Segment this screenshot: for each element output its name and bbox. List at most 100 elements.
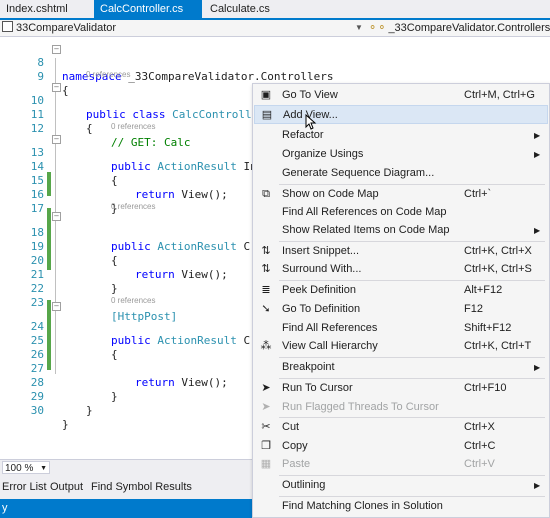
tab-error-list[interactable]: Error List [2,481,47,493]
insert-snippet-icon: ⇅ [261,245,271,257]
tab-output[interactable]: Output [50,481,83,493]
menu-item-label: Show on Code Map [282,188,379,200]
menu-item-run-flagged-threads-to-cursor: ➤ Run Flagged Threads To Cursor [254,398,548,417]
menu-item-cut[interactable]: ✂ Cut Ctrl+X [254,418,548,437]
code-map-icon: ⧉ [262,188,270,200]
tab-find-symbol-results[interactable]: Find Symbol Results [91,481,192,493]
keyword: return [135,188,175,201]
menu-item-shortcut: Shift+F12 [464,322,512,334]
menu-item-label: Breakpoint [282,361,335,373]
member-dropdown-label: _33CompareValidator.Controllers.Calc [388,22,550,34]
menu-item-peek-definition[interactable]: ≣ Peek Definition Alt+F12 [254,281,548,300]
tab-calccontroller-cs[interactable]: CalcController.cs ⊅ ✕ [94,0,202,33]
code-text: View(); [174,376,228,389]
paste-icon: ▦ [260,458,272,470]
keyword: public [111,240,151,253]
code-line: 10 public class CalcController [0,80,265,121]
run-flagged-threads-icon: ➤ [261,401,271,413]
menu-item-organize-usings[interactable]: Organize Usings ▶ [254,145,548,164]
menu-item-label: Go To View [282,89,338,101]
zoom-dropdown[interactable]: 100 % ▼ [2,461,50,474]
project-dropdown[interactable]: 33CompareValidator [2,21,116,35]
chevron-down-icon[interactable]: ▼ [355,23,363,32]
tab-label: CalcController.cs [100,3,184,15]
code-line: 16 } [0,174,118,215]
menu-item-run-to-cursor[interactable]: ➤ Run To Cursor Ctrl+F10 [254,379,548,398]
code-line: 14 { [0,146,118,187]
submenu-arrow-icon: ▶ [534,481,541,490]
menu-item-insert-snippet[interactable]: ⇅ Insert Snippet... Ctrl+K, Ctrl+X [254,242,548,261]
menu-item-find-all-references[interactable]: Find All References Shift+F12 [254,319,548,338]
line-number: 30 [30,404,44,417]
menu-item-shortcut: Ctrl+K, Ctrl+X [464,245,532,257]
codelens-references[interactable]: 0 references [111,202,155,212]
code-text: { [86,122,93,135]
menu-item-shortcut: Ctrl+C [464,440,496,452]
menu-item-surround-with[interactable]: ⇅ Surround With... Ctrl+K, Ctrl+S [254,260,548,279]
go-to-definition-icon: ➘ [261,303,271,315]
menu-item-find-all-references-on-code-map[interactable]: Find All References on Code Map [254,203,548,222]
menu-item-go-to-view[interactable]: ▣ Go To View Ctrl+M, Ctrl+G [254,86,548,105]
menu-item-label: Find Matching Clones in Solution [282,500,443,512]
member-dropdown[interactable]: ⚬⚬_33CompareValidator.Controllers.Calc [368,21,550,35]
code-line: 24 public ActionResult Crea [0,306,270,347]
keyword: return [135,268,175,281]
menu-item-label: Copy [282,440,308,452]
codelens-references[interactable]: 0 references [111,296,155,306]
menu-item-label: Go To Definition [282,303,361,315]
code-text: } [111,282,118,295]
code-text: View(); [174,188,228,201]
menu-item-paste: ▦ Paste Ctrl+V [254,455,548,474]
menu-item-copy[interactable]: ❐ Copy Ctrl+C [254,437,548,456]
code-line: 21 } [0,254,118,295]
menu-item-shortcut: Alt+F12 [464,284,503,296]
code-text: { [111,174,118,187]
code-line: 11 { [0,94,93,135]
menu-item-label: Run Flagged Threads To Cursor [282,401,439,413]
menu-item-label: Organize Usings [282,148,364,160]
navigation-bar: 33CompareValidator ▼ ⚬⚬ _33CompareValidat… [0,20,550,37]
menu-item-label: Paste [282,458,311,470]
code-text: { [62,84,69,97]
menu-item-go-to-definition[interactable]: ➘ Go To Definition F12 [254,300,548,319]
menu-item-breakpoint[interactable]: Breakpoint ▶ [254,358,548,377]
collapse-toggle[interactable]: − [52,212,61,221]
zoom-value: 100 % [5,463,34,474]
menu-item-shortcut: Ctrl+V [464,458,495,470]
code-text: View(); [174,268,228,281]
tab-label: Calculate.cs [210,3,270,15]
submenu-arrow-icon: ▶ [534,150,541,159]
codelens-references[interactable]: 0 references [86,70,130,80]
type-name: CalcController [172,108,265,121]
codelens-references[interactable]: 0 references [111,122,155,132]
menu-item-add-view[interactable]: ▤ Add View... [254,105,548,124]
status-text: y [2,502,8,514]
type-name: ActionResult [157,240,237,253]
code-text: } [86,404,93,417]
menu-item-find-matching-clones[interactable]: Find Matching Clones in Solution [254,497,548,516]
menu-item-view-call-hierarchy[interactable]: ⁂ View Call Hierarchy Ctrl+K, Ctrl+T [254,337,548,356]
code-line: 13 public ActionResult Inde [0,132,270,173]
copy-icon: ❐ [261,440,271,452]
menu-item-label: Insert Snippet... [282,245,360,257]
menu-item-label: Generate Sequence Diagram... [282,167,435,179]
collapse-toggle[interactable]: − [52,302,61,311]
menu-item-generate-sequence-diagram[interactable]: Generate Sequence Diagram... [254,164,548,183]
code-line: 27 return View(); [0,348,228,389]
class-icon: ⚬⚬ [368,22,387,34]
menu-item-shortcut: Ctrl+X [464,421,495,433]
code-text: { [111,348,118,361]
tab-calculate-cs[interactable]: Calculate.cs [204,0,276,18]
menu-item-outlining[interactable]: Outlining ▶ [254,476,548,495]
menu-item-label: Peek Definition [282,284,356,296]
add-view-icon: ▤ [261,109,273,121]
tab-index-cshtml[interactable]: Index.cshtml [0,0,74,18]
collapse-toggle[interactable]: − [52,45,61,54]
project-icon [2,21,13,32]
cut-icon: ✂ [261,421,271,433]
menu-item-refactor[interactable]: Refactor ▶ [254,126,548,145]
menu-item-show-on-code-map[interactable]: ⧉ Show on Code Map Ctrl+` [254,185,548,204]
collapse-toggle[interactable]: − [52,83,61,92]
menu-item-show-related-items-on-code-map[interactable]: Show Related Items on Code Map ▶ [254,221,548,240]
collapse-toggle[interactable]: − [52,135,61,144]
